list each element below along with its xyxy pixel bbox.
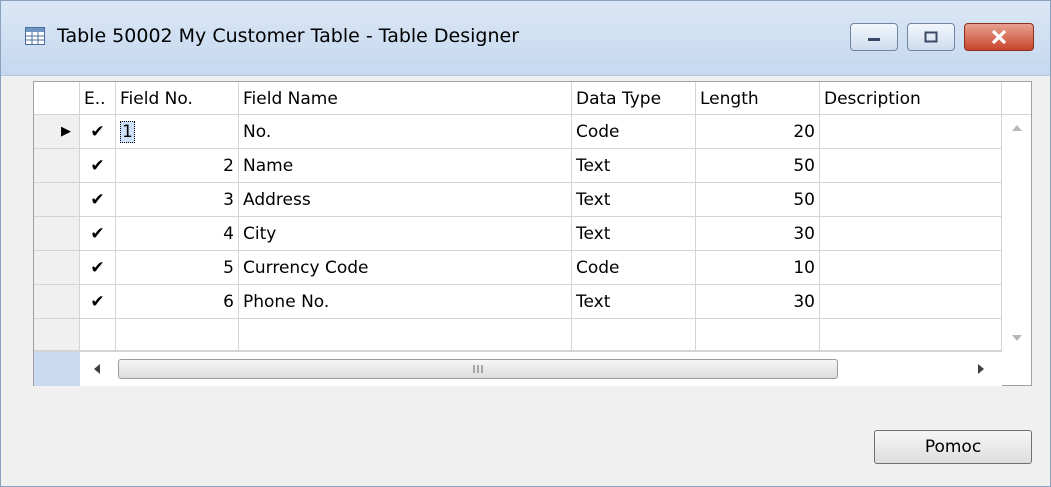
table-icon xyxy=(25,27,45,45)
field-no-cell[interactable]: 6 xyxy=(116,285,239,319)
field-no-cell[interactable]: 4 xyxy=(116,217,239,251)
field-no-value[interactable]: 1 xyxy=(120,121,135,143)
length-cell[interactable]: 20 xyxy=(696,115,820,149)
enabled-checkbox[interactable]: ✔ xyxy=(80,285,116,319)
table-row[interactable]: ✔ 3 Address Text 50 xyxy=(34,183,1002,217)
enabled-checkbox[interactable]: ✔ xyxy=(80,115,116,149)
column-header-length[interactable]: Length xyxy=(696,82,820,115)
field-no-cell[interactable] xyxy=(116,319,239,351)
row-selector[interactable] xyxy=(34,183,80,217)
field-name-cell[interactable]: Phone No. xyxy=(239,285,572,319)
data-type-cell[interactable]: Text xyxy=(572,285,696,319)
description-cell[interactable] xyxy=(820,251,1002,285)
field-no-cell[interactable]: 5 xyxy=(116,251,239,285)
row-selector[interactable] xyxy=(34,251,80,285)
maximize-icon xyxy=(924,31,938,43)
table-row[interactable]: ✔ 4 City Text 30 xyxy=(34,217,1002,251)
row-selector[interactable] xyxy=(34,319,80,351)
scroll-down-icon[interactable] xyxy=(1011,333,1023,343)
current-row-indicator[interactable]: ▶ xyxy=(34,115,80,149)
length-cell[interactable]: 30 xyxy=(696,285,820,319)
minimize-icon xyxy=(868,38,880,41)
description-cell[interactable] xyxy=(820,319,1002,351)
length-cell[interactable]: 50 xyxy=(696,149,820,183)
description-cell[interactable] xyxy=(820,285,1002,319)
field-name-cell[interactable]: No. xyxy=(239,115,572,149)
grip-icon xyxy=(473,365,483,373)
length-cell[interactable] xyxy=(696,319,820,351)
length-cell[interactable]: 10 xyxy=(696,251,820,285)
length-cell[interactable]: 50 xyxy=(696,183,820,217)
field-name-cell[interactable]: Name xyxy=(239,149,572,183)
row-selector[interactable] xyxy=(34,217,80,251)
field-name-cell[interactable]: Address xyxy=(239,183,572,217)
horizontal-scrollbar[interactable] xyxy=(34,351,1002,386)
row-selector[interactable] xyxy=(34,285,80,319)
enabled-checkbox[interactable]: ✔ xyxy=(80,251,116,285)
data-type-cell[interactable]: Text xyxy=(572,149,696,183)
field-no-cell[interactable]: 1 xyxy=(116,115,239,149)
field-name-cell[interactable] xyxy=(239,319,572,351)
horizontal-scroll-thumb[interactable] xyxy=(118,359,838,379)
data-type-cell[interactable]: Code xyxy=(572,115,696,149)
table-row[interactable]: ▶ ✔ 1 No. Code 20 xyxy=(34,115,1002,149)
close-icon xyxy=(991,29,1007,45)
table-designer-window: Table 50002 My Customer Table - Table De… xyxy=(0,0,1051,487)
table-row[interactable]: ✔ 2 Name Text 50 xyxy=(34,149,1002,183)
scroll-up-icon[interactable] xyxy=(1011,123,1023,133)
data-type-cell[interactable]: Text xyxy=(572,183,696,217)
scrollbar-corner xyxy=(34,352,80,386)
enabled-checkbox[interactable]: ✔ xyxy=(80,217,116,251)
maximize-button[interactable] xyxy=(907,23,955,51)
enabled-checkbox[interactable]: ✔ xyxy=(80,183,116,217)
row-selector[interactable] xyxy=(34,149,80,183)
description-cell[interactable] xyxy=(820,149,1002,183)
description-cell[interactable] xyxy=(820,217,1002,251)
data-type-cell[interactable] xyxy=(572,319,696,351)
row-header-corner xyxy=(34,82,80,115)
data-type-cell[interactable]: Text xyxy=(572,217,696,251)
scroll-right-icon[interactable] xyxy=(976,363,986,375)
fields-grid: E.. Field No. Field Name Data Type Lengt… xyxy=(33,81,1032,386)
column-header-description[interactable]: Description xyxy=(820,82,1002,115)
length-cell[interactable]: 30 xyxy=(696,217,820,251)
description-cell[interactable] xyxy=(820,115,1002,149)
table-row[interactable]: ✔ 6 Phone No. Text 30 xyxy=(34,285,1002,319)
column-header-field-name[interactable]: Field Name xyxy=(239,82,572,115)
column-header-enabled[interactable]: E.. xyxy=(80,82,116,115)
column-header-data-type[interactable]: Data Type xyxy=(572,82,696,115)
scroll-left-icon[interactable] xyxy=(92,363,102,375)
new-row[interactable] xyxy=(34,319,1002,351)
header-filler xyxy=(1002,82,1031,115)
table-row[interactable]: ✔ 5 Currency Code Code 10 xyxy=(34,251,1002,285)
title-bar[interactable]: Table 50002 My Customer Table - Table De… xyxy=(1,1,1050,76)
field-name-cell[interactable]: City xyxy=(239,217,572,251)
field-name-cell[interactable]: Currency Code xyxy=(239,251,572,285)
field-no-cell[interactable]: 3 xyxy=(116,183,239,217)
close-button[interactable] xyxy=(964,23,1034,51)
window-title: Table 50002 My Customer Table - Table De… xyxy=(57,25,520,47)
column-header-field-no[interactable]: Field No. xyxy=(116,82,239,115)
data-type-cell[interactable]: Code xyxy=(572,251,696,285)
enabled-checkbox[interactable] xyxy=(80,319,116,351)
minimize-button[interactable] xyxy=(850,23,898,51)
enabled-checkbox[interactable]: ✔ xyxy=(80,149,116,183)
help-button[interactable]: Pomoc xyxy=(874,430,1032,464)
field-no-cell[interactable]: 2 xyxy=(116,149,239,183)
description-cell[interactable] xyxy=(820,183,1002,217)
vertical-scrollbar[interactable] xyxy=(1002,115,1031,351)
